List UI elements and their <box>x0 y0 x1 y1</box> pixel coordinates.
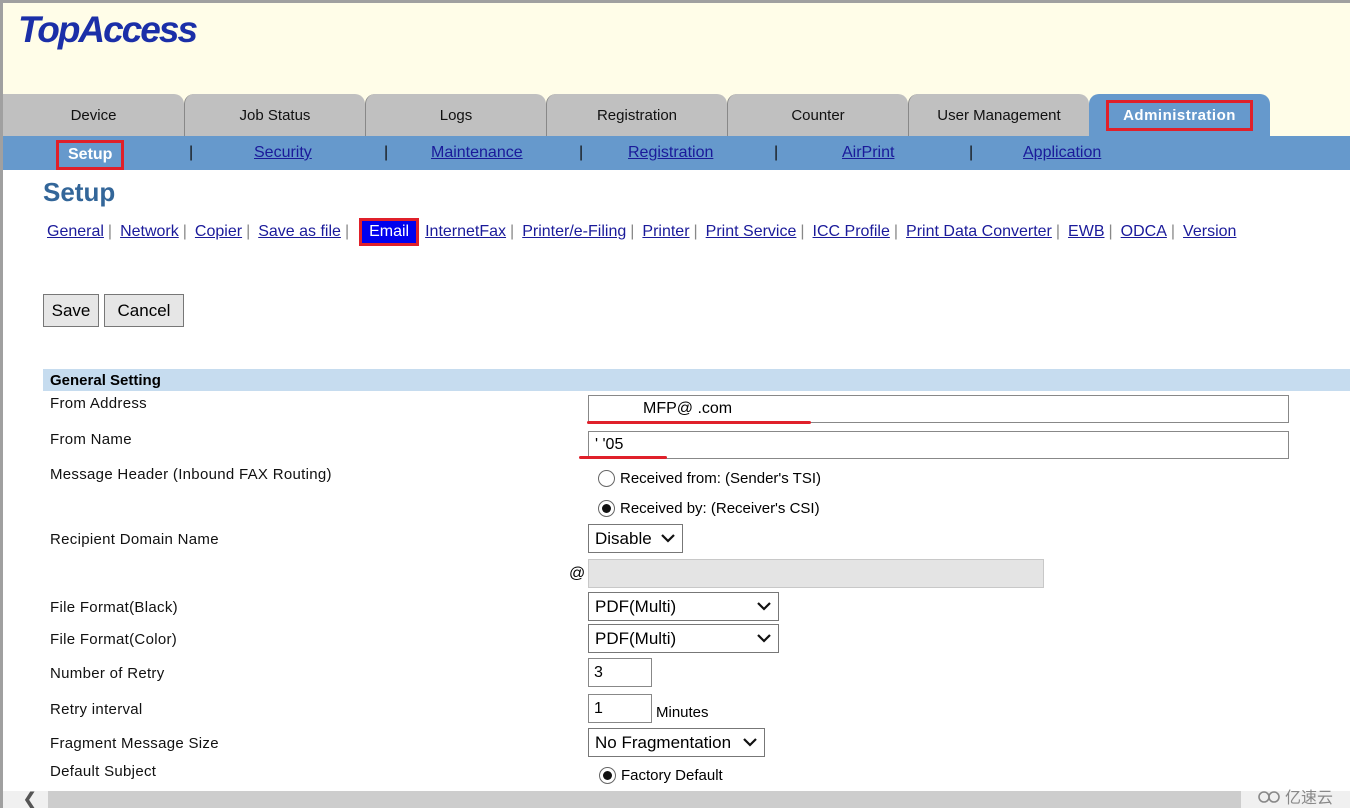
chevron-down-icon <box>743 738 757 747</box>
subnav-maintenance[interactable]: Maintenance <box>431 144 523 162</box>
subnav-application[interactable]: Application <box>1023 144 1101 162</box>
link-separator: | <box>1055 223 1061 240</box>
chevron-down-icon <box>661 534 675 543</box>
watermark: 亿速云 <box>1258 784 1333 808</box>
radio-button[interactable] <box>598 470 615 487</box>
redaction-underline <box>579 456 667 459</box>
radio-factory-default[interactable]: Factory Default <box>599 767 723 784</box>
tab-counter[interactable]: Counter <box>727 94 908 136</box>
retry-interval-input[interactable]: 1 <box>588 694 652 723</box>
tab-user-management[interactable]: User Management <box>908 94 1089 136</box>
link-separator: | <box>1170 223 1176 240</box>
radio-button-selected[interactable] <box>598 500 615 517</box>
section-header-general-setting: General Setting <box>43 369 1350 391</box>
from-address-label: From Address <box>50 395 147 412</box>
link-separator: | <box>800 223 805 240</box>
horizontal-scrollbar[interactable]: ❮ <box>3 791 1350 808</box>
link-separator: | <box>510 223 515 240</box>
radio-received-from[interactable]: Received from: (Sender's TSI) <box>598 470 821 487</box>
save-button[interactable]: Save <box>43 294 99 327</box>
link-internetfax[interactable]: InternetFax <box>425 223 506 241</box>
select-value: Disable <box>595 529 652 548</box>
from-name-label: From Name <box>50 431 132 448</box>
link-general[interactable]: General <box>47 223 104 241</box>
subnav-setup[interactable]: Setup <box>56 140 125 170</box>
redaction-underline <box>587 421 811 424</box>
subnav-separator: | <box>579 144 584 161</box>
link-separator: | <box>344 223 350 240</box>
tab-logs[interactable]: Logs <box>365 94 546 136</box>
topaccess-logo: TopAccess <box>18 9 198 50</box>
select-value: PDF(Multi) <box>595 629 677 648</box>
link-separator: | <box>182 223 187 240</box>
fragment-size-select[interactable]: No Fragmentation <box>588 728 765 757</box>
chevron-down-icon <box>757 602 771 611</box>
admin-subnav: Setup | Security | Maintenance | Registr… <box>3 136 1350 170</box>
subnav-separator: | <box>384 144 389 161</box>
number-of-retry-label: Number of Retry <box>50 665 165 682</box>
tab-administration-label: Administration <box>1106 99 1253 131</box>
cancel-button[interactable]: Cancel <box>104 294 184 327</box>
link-odca[interactable]: ODCA <box>1121 223 1167 241</box>
scrollbar-thumb[interactable] <box>48 791 1241 808</box>
file-format-black-label: File Format(Black) <box>50 599 178 616</box>
setup-category-links: General | Network | Copier | Save as file | … <box>47 218 1236 246</box>
retry-interval-label: Retry interval <box>50 701 143 718</box>
link-network[interactable]: Network <box>120 223 179 241</box>
link-icc-profile[interactable]: ICC Profile <box>813 223 890 241</box>
subnav-separator: | <box>969 144 974 161</box>
radio-button-selected[interactable] <box>599 767 616 784</box>
link-printer-e-filing[interactable]: Printer/e-Filing <box>522 223 626 241</box>
link-separator: | <box>630 223 635 240</box>
link-save-as-file[interactable]: Save as file <box>258 223 341 241</box>
link-email[interactable]: Email <box>359 218 420 246</box>
tab-registration[interactable]: Registration <box>546 94 727 136</box>
select-value: No Fragmentation <box>595 733 732 752</box>
file-format-color-select[interactable]: PDF(Multi) <box>588 624 779 653</box>
link-print-data-converter[interactable]: Print Data Converter <box>906 223 1052 241</box>
tab-job-status[interactable]: Job Status <box>184 94 365 136</box>
link-separator: | <box>893 223 899 240</box>
chevron-down-icon <box>757 634 771 643</box>
message-header-label: Message Header (Inbound FAX Routing) <box>50 466 332 483</box>
link-print-service[interactable]: Print Service <box>706 223 797 241</box>
subnav-registration[interactable]: Registration <box>628 144 713 162</box>
scroll-left-arrow-icon[interactable]: ❮ <box>23 791 36 808</box>
recipient-domain-select[interactable]: Disable <box>588 524 683 553</box>
tab-administration[interactable]: Administration <box>1089 94 1270 136</box>
retry-interval-unit: Minutes <box>656 704 709 721</box>
tab-device[interactable]: Device <box>3 94 184 136</box>
radio-label: Received from: (Sender's TSI) <box>620 470 821 487</box>
link-separator: | <box>107 223 113 240</box>
link-separator: | <box>693 223 698 240</box>
recipient-domain-label: Recipient Domain Name <box>50 531 219 548</box>
link-ewb[interactable]: EWB <box>1068 223 1104 241</box>
subnav-security[interactable]: Security <box>254 144 312 162</box>
file-format-black-select[interactable]: PDF(Multi) <box>588 592 779 621</box>
watermark-text: 亿速云 <box>1285 790 1334 807</box>
cloud-logo-icon <box>1258 791 1280 803</box>
link-separator: | <box>1108 223 1113 240</box>
fragment-size-label: Fragment Message Size <box>50 735 219 752</box>
page-title: Setup <box>43 177 116 207</box>
link-separator: | <box>246 223 251 240</box>
number-of-retry-input[interactable]: 3 <box>588 658 652 687</box>
recipient-domain-input <box>588 559 1044 588</box>
link-version[interactable]: Version <box>1183 223 1236 241</box>
default-subject-label: Default Subject <box>50 763 157 780</box>
link-printer[interactable]: Printer <box>642 223 689 241</box>
from-address-input[interactable]: MFP@ .com <box>588 395 1289 423</box>
select-value: PDF(Multi) <box>595 597 677 616</box>
file-format-color-label: File Format(Color) <box>50 631 178 648</box>
radio-label: Factory Default <box>621 767 723 784</box>
link-copier[interactable]: Copier <box>195 223 242 241</box>
at-symbol: @ <box>569 565 586 582</box>
subnav-airprint[interactable]: AirPrint <box>842 144 894 162</box>
subnav-separator: | <box>189 144 194 161</box>
subnav-separator: | <box>774 144 779 161</box>
main-tabs: Device Job Status Logs Registration Coun… <box>3 94 1270 136</box>
radio-received-by[interactable]: Received by: (Receiver's CSI) <box>598 500 820 517</box>
from-name-input[interactable]: ' '05 <box>588 431 1289 459</box>
radio-label: Received by: (Receiver's CSI) <box>620 500 820 517</box>
